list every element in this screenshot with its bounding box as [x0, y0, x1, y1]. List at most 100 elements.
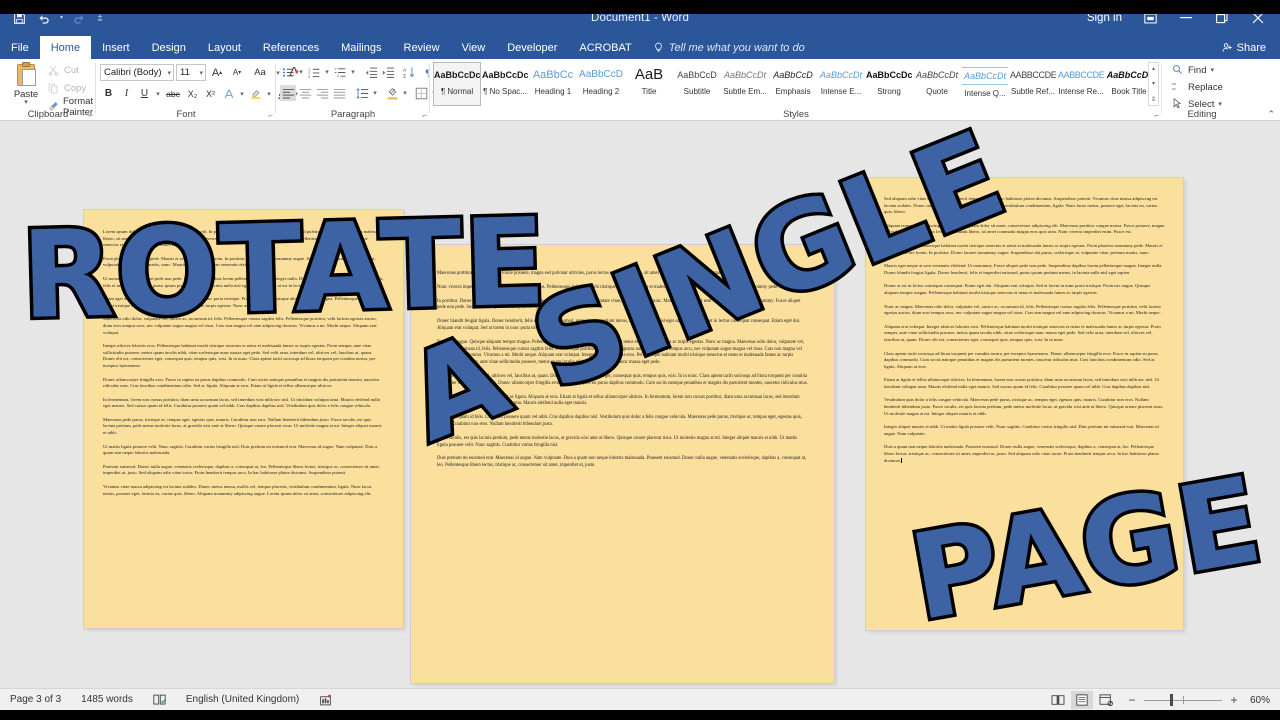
document-page-3[interactable]: Sed aliquam odio vitae tortor. Proin hen…	[866, 178, 1183, 630]
style-heading-2[interactable]: AaBbCcD Heading 2	[577, 62, 625, 106]
proofing-errors-icon[interactable]	[143, 694, 176, 706]
ribbon-tab-mailings[interactable]: Mailings	[330, 36, 392, 59]
paste-button[interactable]: Paste ▾	[6, 62, 46, 106]
style-intense-e[interactable]: AaBbCcDt Intense E...	[817, 62, 865, 106]
web-layout-icon[interactable]	[1095, 691, 1117, 709]
styles-dialog-launcher[interactable]: ⌐	[1154, 111, 1159, 120]
shading-icon[interactable]	[384, 85, 400, 101]
style-name: Strong	[877, 87, 901, 96]
ribbon-tab-review[interactable]: Review	[393, 36, 451, 59]
clipboard-dialog-launcher[interactable]: ⌐	[88, 111, 93, 120]
zoom-slider[interactable]	[1144, 694, 1222, 706]
replace-button[interactable]: ab ac Replace	[1172, 81, 1223, 93]
numbering-dropdown-icon[interactable]: ▾	[323, 68, 331, 76]
language-status[interactable]: English (United Kingdom)	[176, 694, 309, 705]
styles-more-icon[interactable]: ⩲	[1152, 93, 1156, 105]
zoom-control[interactable]: − + 60%	[1119, 694, 1274, 706]
ribbon-tab-insert[interactable]: Insert	[91, 36, 141, 59]
increase-indent-icon[interactable]	[380, 64, 396, 80]
decrease-indent-icon[interactable]	[363, 64, 379, 80]
underline-button[interactable]: U	[136, 85, 153, 102]
page-number-status[interactable]: Page 3 of 3	[0, 694, 71, 705]
zoom-out-button[interactable]: −	[1127, 694, 1137, 706]
style-normal[interactable]: AaBbCcDc ¶ Normal	[433, 62, 481, 106]
numbering-icon[interactable]: 123	[306, 64, 322, 80]
italic-button[interactable]: I	[118, 85, 135, 102]
bullets-dropdown-icon[interactable]: ▾	[297, 68, 305, 76]
font-dialog-launcher[interactable]: ⌐	[268, 111, 273, 120]
paragraph: Sed aliquam odio vitae tortor. Proin hen…	[884, 196, 1158, 215]
share-button[interactable]: Share	[1214, 37, 1274, 58]
paragraph: Proin pharetra nonummy pede. Mauris et o…	[103, 255, 376, 268]
strikethrough-button[interactable]: abc	[163, 85, 183, 102]
zoom-in-button[interactable]: +	[1229, 694, 1239, 706]
print-layout-icon[interactable]	[1071, 691, 1093, 709]
tell-me-box[interactable]: Tell me what you want to do	[643, 36, 815, 59]
ribbon-tab-file[interactable]: File	[0, 36, 40, 59]
paragraph-dialog-launcher[interactable]: ⌐	[422, 111, 427, 120]
multilevel-list-icon[interactable]	[332, 64, 348, 80]
align-center-icon[interactable]	[297, 85, 313, 101]
style-intense-re[interactable]: AABBCCDE Intense Re...	[1057, 62, 1105, 106]
ribbon-tab-references[interactable]: References	[252, 36, 330, 59]
collapse-ribbon-icon[interactable]: ⌃	[1267, 109, 1275, 120]
style-no-spac[interactable]: AaBbCcDc ¶ No Spac...	[481, 62, 529, 106]
ribbon-tab-developer[interactable]: Developer	[496, 36, 568, 59]
zoom-slider-thumb[interactable]	[1170, 694, 1173, 706]
borders-icon[interactable]	[413, 85, 429, 101]
style-title[interactable]: AaB Title	[625, 62, 673, 106]
style-strong[interactable]: AaBbCcDc Strong	[865, 62, 913, 106]
line-spacing-dropdown-icon[interactable]: ▾	[371, 89, 379, 97]
subscript-button[interactable]: X₂	[184, 85, 201, 102]
underline-dropdown-icon[interactable]: ▾	[154, 90, 162, 98]
zoom-percentage[interactable]: 60%	[1246, 695, 1274, 706]
word-count-status[interactable]: 1485 words	[71, 694, 143, 705]
style-heading-1[interactable]: AaBbCc Heading 1	[529, 62, 577, 106]
style-subtle-em[interactable]: AaBbCcDt Subtle Em...	[721, 62, 769, 106]
bullets-icon[interactable]	[280, 64, 296, 80]
ribbon-tab-layout[interactable]: Layout	[197, 36, 252, 59]
paste-dropdown-icon[interactable]: ▾	[6, 99, 46, 106]
styles-scroll-down-icon[interactable]: ▾	[1152, 78, 1155, 90]
highlight-dropdown-icon[interactable]: ▾	[265, 90, 273, 98]
style-book-title[interactable]: AaBbCcDt Book Title	[1105, 62, 1153, 106]
font-size-combobox[interactable]: 11 ▾	[176, 64, 206, 81]
cut-button[interactable]: Cut	[48, 63, 96, 78]
align-right-icon[interactable]	[314, 85, 330, 101]
style-emphasis[interactable]: AaBbCcD Emphasis	[769, 62, 817, 106]
read-mode-icon[interactable]	[1047, 691, 1069, 709]
copy-button[interactable]: Copy	[48, 81, 96, 96]
select-dropdown-icon[interactable]: ▾	[1218, 100, 1222, 108]
ribbon-tab-acrobat[interactable]: ACROBAT	[568, 36, 642, 59]
style-subtle-ref[interactable]: AABBCCDE Subtle Ref...	[1009, 62, 1057, 106]
grow-font-button[interactable]: A ▴	[208, 64, 226, 81]
ribbon-tab-home[interactable]: Home	[39, 36, 92, 59]
shrink-font-button[interactable]: A ▾	[228, 64, 246, 81]
bold-button[interactable]: B	[100, 85, 117, 102]
sort-icon[interactable]: AZ	[401, 64, 417, 80]
style-intense-q[interactable]: AaBbCcDt Intense Q...	[961, 62, 1009, 106]
change-case-button[interactable]: Aa	[248, 64, 272, 81]
document-page-1[interactable]: Lorem ipsum dolor sit amet, consectetuer…	[84, 210, 403, 628]
line-spacing-icon[interactable]	[354, 85, 370, 101]
text-effects-icon[interactable]	[220, 85, 237, 102]
ribbon-tab-view[interactable]: View	[451, 36, 497, 59]
find-button[interactable]: Find ▾	[1172, 64, 1214, 76]
style-quote[interactable]: AaBbCcDt Quote	[913, 62, 961, 106]
text-effects-dropdown-icon[interactable]: ▾	[238, 90, 246, 98]
document-canvas[interactable]: Lorem ipsum dolor sit amet, consectetuer…	[0, 121, 1280, 688]
multilevel-list-dropdown-icon[interactable]: ▾	[349, 68, 357, 76]
align-left-icon[interactable]	[280, 85, 296, 101]
superscript-button[interactable]: X²	[202, 85, 219, 102]
shading-dropdown-icon[interactable]: ▾	[401, 89, 409, 97]
find-dropdown-icon[interactable]: ▾	[1210, 66, 1214, 74]
document-page-2[interactable]: Maecenas porttitor congue massa. Fusce p…	[411, 245, 834, 683]
style-subtitle[interactable]: AaBbCcD Subtitle	[673, 62, 721, 106]
highlight-icon[interactable]	[247, 85, 264, 102]
macro-recording-icon[interactable]	[309, 694, 342, 706]
styles-scroll-up-icon[interactable]: ▴	[1152, 63, 1155, 75]
justify-icon[interactable]	[331, 85, 347, 101]
ribbon-tab-design[interactable]: Design	[141, 36, 197, 59]
font-name-combobox[interactable]: Calibri (Body) ▾	[100, 64, 174, 81]
styles-gallery-scroller[interactable]: ▴ ▾ ⩲	[1148, 62, 1159, 106]
